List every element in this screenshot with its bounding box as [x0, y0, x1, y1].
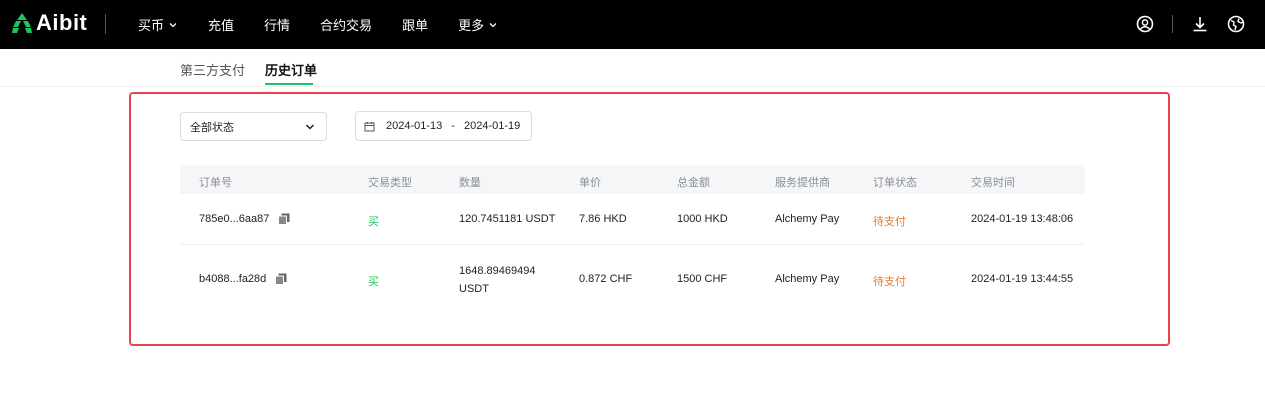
tab-third-party-payment[interactable]: 第三方支付	[180, 60, 245, 79]
nav-item-label: 充值	[208, 18, 235, 33]
total-cell: 1500 CHF	[677, 273, 728, 285]
quantity-cell: 120.7451181 USDT	[459, 213, 556, 225]
brand-logo[interactable]: Aibit	[12, 10, 87, 36]
table-row: b4088...fa28d 买 1648.89469494 USDT 0.872…	[180, 245, 1085, 311]
unit-price-cell: 7.86 HKD	[579, 213, 627, 225]
nav-item-deposit[interactable]: 充值	[208, 15, 234, 34]
date-range-end[interactable]: 2024-01-19	[464, 120, 520, 132]
nav-item-more[interactable]: 更多	[458, 15, 498, 34]
aibit-logo-icon	[12, 13, 32, 33]
nav-item-copy-trading[interactable]: 跟单	[402, 15, 428, 34]
globe-icon[interactable]	[1226, 14, 1246, 34]
nav-item-futures[interactable]: 合约交易	[320, 15, 372, 34]
column-header-total: 总金额	[677, 177, 710, 189]
date-range-picker[interactable]: 2024-01-13 - 2024-01-19	[355, 111, 532, 141]
type-cell: 买	[368, 276, 379, 288]
brand-name: Aibit	[36, 10, 88, 35]
chevron-down-icon	[489, 22, 497, 27]
status-filter-select[interactable]: 全部状态	[180, 112, 327, 141]
provider-cell: Alchemy Pay	[775, 213, 840, 225]
order-id: 785e0...6aa87	[199, 213, 270, 225]
column-header-status: 订单状态	[873, 177, 917, 189]
date-range-separator: -	[451, 120, 455, 132]
copy-icon[interactable]	[275, 273, 287, 286]
column-header-order-id: 订单号	[199, 177, 232, 189]
nav-item-label: 合约交易	[320, 18, 373, 33]
type-cell: 买	[368, 216, 379, 228]
calendar-icon	[364, 121, 375, 131]
nav-item-label: 行情	[264, 18, 291, 33]
provider-cell: Alchemy Pay	[775, 273, 840, 285]
order-id-cell: b4088...fa28d	[199, 273, 287, 286]
active-tab-indicator	[265, 83, 313, 85]
column-header-time: 交易时间	[971, 177, 1015, 189]
nav-item-label: 跟单	[402, 18, 429, 33]
navbar-divider	[1172, 15, 1173, 33]
chevron-down-icon	[305, 124, 315, 130]
time-cell: 2024-01-19 13:44:55	[971, 273, 1074, 285]
date-range-start[interactable]: 2024-01-13	[386, 120, 442, 132]
nav-item-market[interactable]: 行情	[264, 15, 290, 34]
quantity-cell: 1648.89469494 USDT	[459, 265, 536, 295]
orders-table-header: 订单号 交易类型 数量 单价 总金额 服务提供商 订单状态 交易时间	[180, 165, 1085, 194]
order-id-cell: 785e0...6aa87	[199, 213, 290, 226]
unit-price-cell: 0.872 CHF	[579, 273, 633, 285]
nav-item-label: 更多	[458, 18, 485, 33]
column-header-quantity: 数量	[459, 177, 481, 189]
status-filter-value: 全部状态	[190, 121, 234, 134]
total-cell: 1000 HKD	[677, 213, 728, 225]
download-icon[interactable]	[1190, 14, 1210, 34]
chevron-down-icon	[169, 22, 177, 27]
column-header-provider: 服务提供商	[775, 177, 830, 189]
column-header-unit-price: 单价	[579, 177, 601, 189]
column-header-type: 交易类型	[368, 177, 412, 189]
table-row: 785e0...6aa87 买 120.7451181 USDT 7.86 HK…	[180, 194, 1085, 245]
tab-order-history[interactable]: 历史订单	[265, 60, 317, 79]
nav-item-label: 买币	[138, 18, 165, 33]
top-navbar: Aibit 买币 充值 行情 合约交易 跟单 更多	[0, 0, 1265, 49]
status-cell: 待支付	[873, 276, 906, 288]
copy-icon[interactable]	[278, 213, 290, 226]
nav-item-buy-crypto[interactable]: 买币	[138, 15, 178, 34]
main-nav: 买币 充值 行情 合约交易 跟单 更多	[138, 0, 528, 49]
order-subtabs: 第三方支付 历史订单	[0, 49, 1265, 87]
status-cell: 待支付	[873, 216, 906, 228]
order-id: b4088...fa28d	[199, 273, 267, 285]
logo-divider	[105, 14, 106, 34]
user-icon[interactable]	[1135, 14, 1155, 34]
time-cell: 2024-01-19 13:48:06	[971, 213, 1074, 225]
